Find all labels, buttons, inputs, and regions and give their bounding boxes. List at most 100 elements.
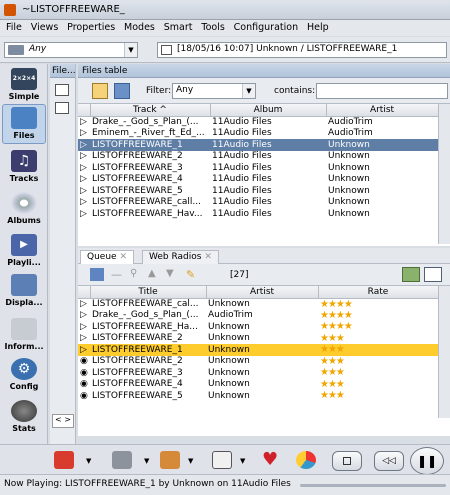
rating-stars[interactable]: ★★★ [318, 356, 438, 368]
close-icon[interactable]: ✕ [119, 252, 127, 262]
menu-views[interactable]: Views [31, 20, 59, 33]
track-cell: LISTOFFREEWARE_1 [90, 139, 210, 151]
menu-file[interactable]: File [6, 20, 22, 33]
seek-bar[interactable] [300, 484, 446, 487]
list-item[interactable]: ◉ LISTOFFREEWARE_2 Unknown ★★★ [78, 356, 438, 368]
nav-tracks[interactable]: ♫ Tracks [2, 148, 46, 188]
tab-web-radios[interactable]: Web Radios ✕ [142, 250, 219, 264]
list-item[interactable]: ▷ LISTOFFREEWARE_2 Unknown ★★★ [78, 333, 438, 345]
nav-files[interactable]: Files [2, 104, 46, 144]
list-icon[interactable] [55, 102, 69, 114]
stop-button[interactable] [332, 451, 362, 471]
add-icon[interactable]: ⚲ [130, 268, 144, 281]
window-title: ~LISTOFFREEWARE_ [22, 4, 125, 15]
nav-albums[interactable]: Albums [2, 190, 46, 230]
nav-information[interactable]: Inform... [2, 316, 46, 356]
rating-stars[interactable]: ★★★ [318, 367, 438, 379]
rating-stars[interactable]: ★★★ [318, 379, 438, 391]
remove-icon[interactable]: — [111, 268, 123, 281]
close-icon[interactable]: ✕ [204, 252, 212, 262]
contains-input[interactable] [316, 83, 448, 99]
ambience-combo[interactable]: Any ▼ [4, 42, 138, 58]
track-cell: LISTOFFREEWARE_2 [92, 151, 183, 162]
col-rate[interactable]: Rate [318, 286, 439, 299]
rating-stars[interactable]: ★★★ [318, 344, 438, 356]
previous-button[interactable]: ◁◁ [374, 451, 404, 471]
clean-icon[interactable]: ✎ [186, 268, 200, 281]
album-cell: 11Audio Files [212, 197, 272, 208]
list-item[interactable]: ▷ Drake_-_God_s_Plan_(... AudioTrim ★★★★ [78, 310, 438, 322]
rating-stars[interactable]: ★★★★ [318, 310, 438, 322]
tab-queue[interactable]: Queue ✕ [80, 250, 134, 264]
pause-button[interactable]: ❚❚ [410, 447, 444, 475]
pie-icon[interactable] [296, 451, 316, 469]
table-row[interactable]: ▷ LISTOFFREEWARE_3 11Audio Files Unknown [78, 162, 438, 174]
scroll-arrows[interactable]: < > [52, 414, 74, 428]
iron-icon[interactable] [112, 451, 132, 469]
artist-cell: Unknown [208, 356, 250, 367]
chevron-down-icon[interactable]: ▼ [188, 457, 193, 465]
menu-tools[interactable]: Tools [201, 20, 224, 33]
chevron-down-icon[interactable]: ▼ [240, 457, 245, 465]
rating-stars[interactable]: ★★★★ [318, 298, 438, 310]
menu-modes[interactable]: Modes [124, 20, 155, 33]
table-row[interactable]: ▷ Eminem_-_River_ft_Ed_... 11Audio Files… [78, 128, 438, 140]
col-artist[interactable]: Artist [206, 286, 319, 299]
col-title[interactable]: Title [90, 286, 207, 299]
nav-playlists[interactable]: ▶ Playli... [2, 232, 46, 272]
menu-smart[interactable]: Smart [164, 20, 193, 33]
expand-icon[interactable] [402, 267, 420, 282]
now-playing-text: Now Playing: LISTOFFREEWARE_1 by Unknown… [4, 479, 291, 489]
move-down-icon[interactable]: ▼ [166, 268, 180, 281]
col-icon[interactable] [78, 286, 91, 299]
files-scrollbar[interactable] [438, 104, 450, 244]
col-track[interactable]: Track ^ [90, 104, 211, 117]
nav-label: Displa... [5, 298, 43, 307]
sync-icon[interactable] [114, 83, 130, 99]
table-row[interactable]: ▷ LISTOFFREEWARE_2 11Audio Files Unknown [78, 151, 438, 163]
window-icon[interactable] [424, 267, 442, 282]
edit-icon[interactable] [92, 83, 108, 99]
table-row[interactable]: ▷ Drake_-_God_s_Plan_(... 11Audio Files … [78, 116, 438, 128]
save-icon[interactable] [90, 268, 104, 281]
chevron-down-icon[interactable]: ▼ [242, 84, 255, 98]
nav-stats[interactable]: Stats [2, 398, 46, 438]
rating-stars[interactable]: ★★★★ [318, 321, 438, 333]
move-up-icon[interactable]: ▲ [148, 268, 162, 281]
list-item[interactable]: ▷ LISTOFFREEWARE_cal... Unknown ★★★★ [78, 298, 438, 310]
rating-stars[interactable]: ★★★ [318, 390, 438, 402]
current-track-field[interactable]: [18/05/16 10:07] Unknown / LISTOFFREEWAR… [157, 42, 447, 58]
col-album[interactable]: Album [210, 104, 327, 117]
list-item[interactable]: ◉ LISTOFFREEWARE_3 Unknown ★★★ [78, 367, 438, 379]
dice-icon[interactable] [212, 451, 232, 469]
queue-scrollbar[interactable] [438, 286, 450, 418]
chevron-down-icon[interactable]: ▼ [124, 43, 137, 57]
menu-configuration[interactable]: Configuration [234, 20, 298, 33]
chevron-down-icon[interactable]: ▼ [144, 457, 149, 465]
list-item[interactable]: ▷ LISTOFFREEWARE_Ha... Unknown ★★★★ [78, 321, 438, 333]
box-icon[interactable] [160, 451, 180, 469]
tree-icon[interactable] [55, 84, 69, 96]
menu-properties[interactable]: Properties [67, 20, 115, 33]
heart-icon[interactable]: ♥ [262, 451, 282, 469]
menu-help[interactable]: Help [307, 20, 329, 33]
nav-simple[interactable]: 2×2×4 Simple [2, 66, 46, 106]
table-row[interactable]: ▷ LISTOFFREEWARE_4 11Audio Files Unknown [78, 174, 438, 186]
col-artist[interactable]: Artist [326, 104, 439, 117]
table-row[interactable]: ▷ LISTOFFREEWARE_Hav... 11Audio Files Un… [78, 208, 438, 220]
table-row[interactable]: ▷ LISTOFFREEWARE_1 11Audio Files Unknown [78, 139, 438, 151]
chevron-down-icon[interactable]: ▼ [86, 457, 91, 465]
nav-config[interactable]: ⚙ Config [2, 356, 46, 396]
ambience-icon [8, 45, 24, 55]
col-icon[interactable] [78, 104, 91, 117]
filter-select[interactable]: Any ▼ [172, 83, 256, 99]
list-item[interactable]: ◉ LISTOFFREEWARE_4 Unknown ★★★ [78, 379, 438, 391]
table-row[interactable]: ▷ LISTOFFREEWARE_call... 11Audio Files U… [78, 197, 438, 209]
list-item[interactable]: ◉ LISTOFFREEWARE_5 Unknown ★★★ [78, 390, 438, 402]
list-item[interactable]: ▷ LISTOFFREEWARE_1 Unknown ★★★ [78, 344, 438, 356]
player-bar: ▼ ▼ ▼ ▼ ♥ ◁◁ ❚❚ [0, 444, 450, 475]
rating-stars[interactable]: ★★★ [318, 333, 438, 345]
nav-displays[interactable]: Displa... [2, 272, 46, 312]
cd-bag-icon[interactable] [54, 451, 74, 469]
table-row[interactable]: ▷ LISTOFFREEWARE_5 11Audio Files Unknown [78, 185, 438, 197]
